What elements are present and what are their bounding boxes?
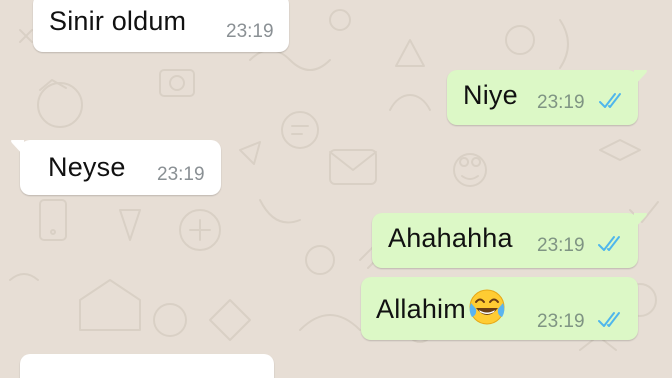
message-bubble-outgoing[interactable]: Ahahahha 23:19 [372,213,647,268]
message-bubble-incoming[interactable]: Sinir oldum 23:19 [33,0,289,52]
read-receipt-icon [598,236,620,251]
message-time: 23:19 [537,92,585,113]
tears-of-joy-emoji-icon [469,289,505,325]
read-receipt-icon [598,312,620,327]
message-text: Niye [463,80,518,110]
message-text-content: Allahim [376,294,466,325]
read-receipt-icon [599,93,621,108]
message-list[interactable]: Sinir oldum 23:19 Niye 23:19 Neyse 23:19… [0,0,672,378]
bubble-tail [634,70,647,86]
message-bubble-outgoing[interactable]: Niye 23:19 [447,70,647,125]
message-text: Neyse [48,152,126,182]
message-bubble-incoming[interactable]: Neyse 23:19 [11,140,221,195]
bubble-tail [11,140,24,156]
message-text: Sinir oldum [49,6,187,36]
message-text: Allahim [376,289,507,331]
message-time: 23:19 [226,21,274,42]
message-time: 23:19 [537,235,585,256]
message-bubble-incoming-partial[interactable] [20,354,274,378]
message-text: Ahahahha [388,223,513,253]
message-bubble-outgoing[interactable]: Allahim 23:19 [361,277,638,340]
message-time: 23:19 [157,164,205,185]
message-time: 23:19 [537,311,585,332]
bubble-tail [634,213,647,229]
